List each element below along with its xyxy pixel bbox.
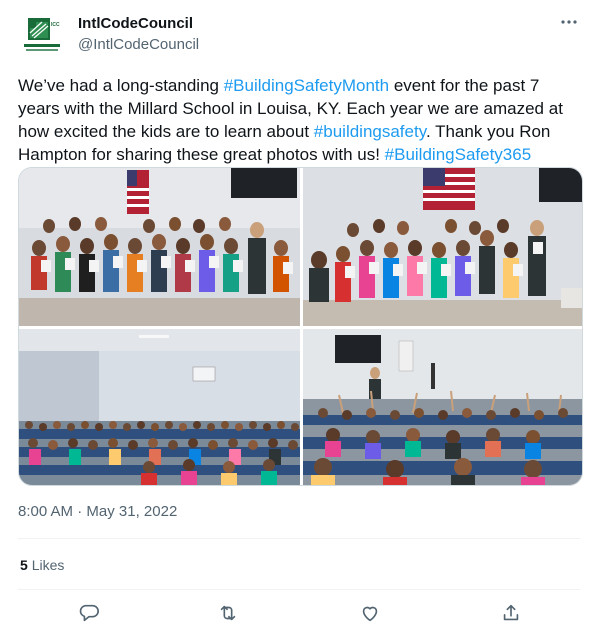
- tweet-text: We’ve had a long-standing #BuildingSafet…: [18, 74, 578, 166]
- photo-group-1[interactable]: [19, 168, 300, 326]
- photo-group-2[interactable]: [303, 168, 582, 326]
- hashtag-link[interactable]: #buildingsafety: [314, 122, 426, 141]
- hashtag-link[interactable]: #BuildingSafety365: [385, 145, 532, 164]
- handle[interactable]: @IntlCodeCouncil: [78, 35, 199, 55]
- more-options-icon[interactable]: [558, 14, 580, 30]
- svg-text:ICC: ICC: [51, 22, 60, 28]
- timestamp-separator: ·: [73, 503, 87, 520]
- avatar[interactable]: ICC: [18, 14, 66, 62]
- reply-icon[interactable]: [78, 602, 102, 626]
- action-bar: [18, 600, 580, 630]
- tweet-time: 8:00 AM: [18, 503, 74, 520]
- tweet-header: ICC IntlCodeCouncil @IntlCodeCouncil: [18, 12, 580, 62]
- share-icon[interactable]: [500, 602, 524, 626]
- display-name[interactable]: IntlCodeCouncil: [78, 14, 199, 34]
- divider: [18, 589, 580, 590]
- likes-label: Likes: [31, 557, 65, 573]
- tweet-card: ICC IntlCodeCouncil @IntlCodeCouncil We’…: [0, 0, 598, 638]
- likes-stat[interactable]: 5 Likes: [20, 556, 64, 574]
- icc-logo-icon: ICC: [24, 18, 60, 51]
- hashtag-link[interactable]: #BuildingSafetyMonth: [224, 76, 389, 95]
- timestamp[interactable]: 8:00 AM · May 31, 2022: [18, 502, 177, 522]
- account-names: IntlCodeCouncil @IntlCodeCouncil: [78, 14, 199, 55]
- media-grid: [18, 167, 583, 486]
- divider: [18, 538, 580, 539]
- tweet-date: May 31, 2022: [86, 503, 178, 520]
- photo-audience-2[interactable]: [303, 329, 582, 485]
- photo-audience-1[interactable]: [19, 329, 300, 485]
- retweet-icon[interactable]: [217, 602, 241, 626]
- tweet-text-segment: We’ve had a long-standing: [18, 76, 224, 95]
- likes-count: 5: [20, 557, 28, 573]
- like-icon[interactable]: [359, 602, 383, 626]
